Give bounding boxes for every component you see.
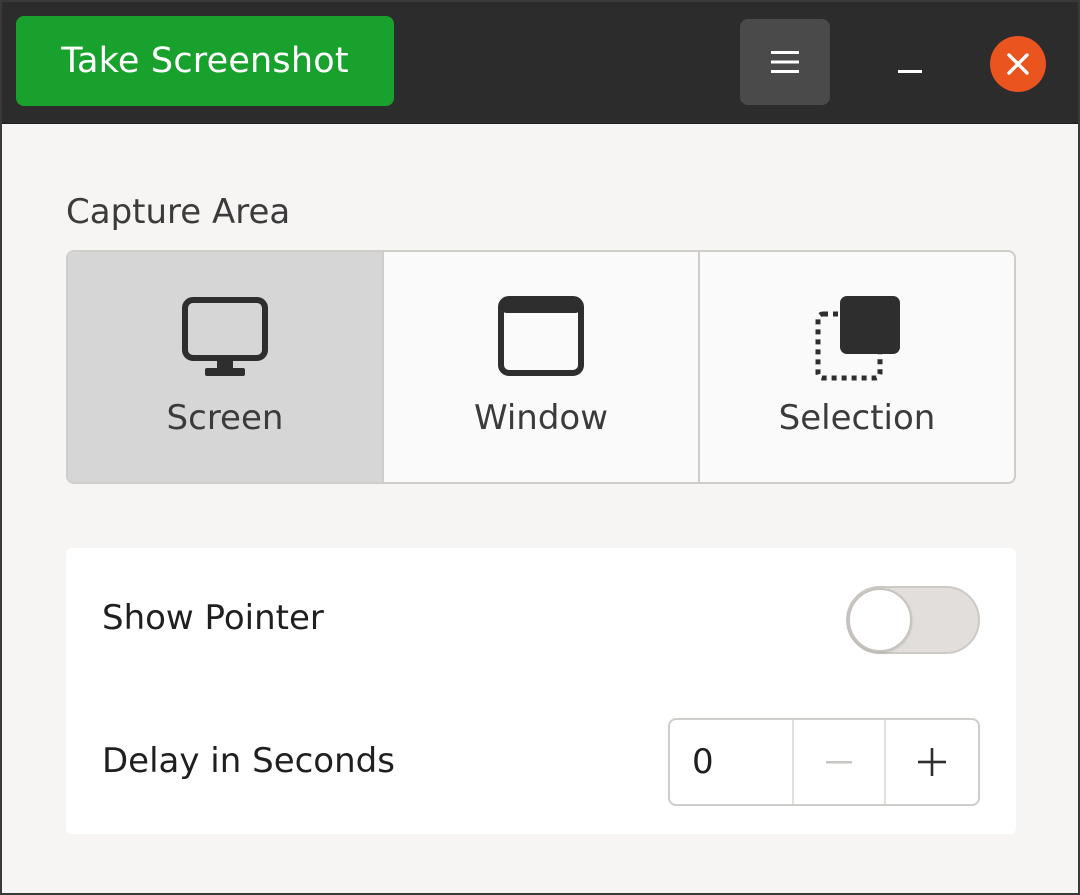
mode-selection-label: Selection	[778, 398, 936, 438]
options-card: Show Pointer Delay in Seconds 0	[66, 548, 1016, 834]
minus-icon	[826, 761, 852, 764]
mode-selection-button[interactable]: Selection	[700, 252, 1014, 482]
window-icon	[498, 296, 584, 376]
capture-area-title: Capture Area	[66, 192, 291, 232]
monitor-icon	[182, 297, 268, 376]
minimize-icon	[898, 70, 922, 73]
hamburger-icon	[771, 51, 799, 73]
mode-window-button[interactable]: Window	[384, 252, 700, 482]
selection-icon	[815, 296, 900, 381]
delay-spinbutton: 0	[668, 718, 980, 806]
screenshot-window: Take Screenshot Capture Area Screen Wind…	[0, 0, 1080, 895]
mode-screen-button[interactable]: Screen	[68, 252, 384, 482]
close-button[interactable]	[990, 36, 1046, 92]
show-pointer-label: Show Pointer	[102, 598, 324, 638]
delay-value-input[interactable]: 0	[670, 720, 794, 804]
delay-decrement-button[interactable]	[794, 720, 886, 804]
header-bar: Take Screenshot	[2, 2, 1078, 124]
mode-window-label: Window	[473, 398, 609, 438]
close-icon	[1007, 53, 1029, 75]
take-screenshot-button[interactable]: Take Screenshot	[16, 16, 394, 106]
show-pointer-toggle[interactable]	[846, 586, 980, 654]
delay-label: Delay in Seconds	[102, 741, 395, 781]
delay-increment-button[interactable]	[886, 720, 978, 804]
capture-mode-group: Screen Window Selection	[66, 250, 1016, 484]
mode-screen-label: Screen	[166, 398, 284, 438]
toggle-knob	[848, 588, 912, 652]
minimize-button[interactable]	[872, 34, 948, 92]
menu-button[interactable]	[740, 19, 830, 105]
plus-icon	[918, 748, 946, 776]
